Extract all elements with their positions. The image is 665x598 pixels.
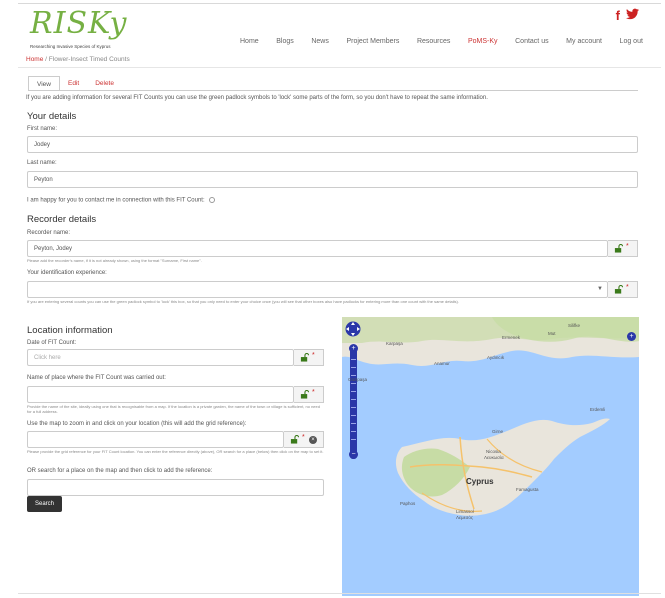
padlock-icon <box>614 284 624 294</box>
map-label-aydincik: Aydıncık <box>487 355 505 360</box>
padlock-icon <box>290 434 300 444</box>
map-label-paphos: Paphos <box>400 501 416 506</box>
search-label: OR search for a place on the map and the… <box>27 468 213 474</box>
map-label-nicosia-local: Λευκωσία <box>484 455 504 460</box>
experience-lock[interactable]: * <box>608 281 638 298</box>
grid-reference-field[interactable] <box>27 431 284 448</box>
pan-control[interactable] <box>345 321 361 337</box>
place-label: Name of place where the FIT Count was ca… <box>27 375 166 381</box>
map-instruction-label: Use the map to zoom in and click on your… <box>27 421 247 427</box>
zoom-slider[interactable] <box>350 347 357 459</box>
breadcrumb-home[interactable]: Home <box>26 56 43 63</box>
place-search-input[interactable] <box>27 479 324 496</box>
top-border <box>18 3 661 4</box>
bottom-border <box>18 593 661 594</box>
experience-select[interactable]: ▼ <box>27 281 608 298</box>
first-name-label: First name: <box>27 126 58 132</box>
recorder-name-label: Recorder name: <box>27 230 71 236</box>
recorder-details-heading: Recorder details <box>27 214 97 225</box>
recorder-name-help: Please add the recorder's name, if it is… <box>27 258 202 263</box>
grid-lock[interactable]: * × <box>284 431 324 448</box>
nav-contact-us[interactable]: Contact us <box>515 38 548 45</box>
first-name-field[interactable]: Jodey <box>27 136 638 153</box>
date-label: Date of FIT Count: <box>27 340 77 346</box>
place-help: Provide the name of the site, ideally us… <box>27 404 320 414</box>
twitter-icon[interactable]: t <box>626 8 639 23</box>
location-map[interactable]: + − + Karpaşa Anamur Ermenek Aydıncık Mu… <box>342 317 639 596</box>
site-logo[interactable]: RISKy Researching Invasive Species of Ky… <box>30 8 130 52</box>
nav-poms-ky[interactable]: PoMS-Ky <box>468 38 498 45</box>
padlock-icon <box>300 352 310 362</box>
tab-delete[interactable]: Delete <box>87 76 122 91</box>
your-details-heading: Your details <box>27 111 77 122</box>
breadcrumb-current: Flower-Insect Timed Counts <box>48 56 130 63</box>
map-label-karpasia: Karpaşa <box>386 341 403 346</box>
map-label-limassol: Limassol <box>456 509 474 514</box>
experience-help: If you are entering several counts you c… <box>27 299 459 304</box>
location-heading: Location information <box>27 325 113 336</box>
recorder-name-field[interactable]: Peyton, Jodey <box>27 240 608 257</box>
experience-label: Your identification experience: <box>27 270 107 276</box>
place-lock[interactable]: * <box>294 386 324 403</box>
tab-edit[interactable]: Edit <box>60 76 87 91</box>
required-mark: * <box>626 284 629 291</box>
breadcrumb-separator: / <box>45 56 47 63</box>
padlock-icon <box>300 389 310 399</box>
tab-bar: View Edit Delete <box>28 76 122 91</box>
zoom-out-button[interactable]: − <box>349 450 358 459</box>
contact-consent-label: I am happy for you to contact me in conn… <box>27 197 216 204</box>
clear-icon[interactable]: × <box>309 436 317 444</box>
required-mark: * <box>626 243 629 250</box>
map-label-ermenek: Ermenek <box>502 335 521 340</box>
map-label-kyrenia: Girne <box>492 429 504 434</box>
map-label-cyprus: Cyprus <box>466 477 494 486</box>
required-mark: * <box>312 352 315 359</box>
breadcrumb: Home / Flower-Insect Timed Counts <box>26 56 130 63</box>
date-lock[interactable]: * <box>294 349 324 366</box>
map-label-mut: Mut <box>548 331 556 336</box>
logo-word: RISKy <box>30 6 128 41</box>
padlock-icon <box>614 243 624 253</box>
nav-blogs[interactable]: Blogs <box>276 38 294 45</box>
map-label-anamur: Anamur <box>434 361 450 366</box>
nav-home[interactable]: Home <box>240 38 259 45</box>
map-label-gazipasa: Gazipaşa <box>348 377 368 382</box>
map-label-silifke: Silifke <box>568 323 581 328</box>
nav-my-account[interactable]: My account <box>566 38 602 45</box>
header-divider <box>18 67 661 68</box>
search-button[interactable]: Search <box>27 496 62 512</box>
logo-tagline: Researching Invasive Species of Kyprus <box>30 44 111 49</box>
tab-divider <box>28 90 638 91</box>
chevron-down-icon: ▼ <box>597 286 603 292</box>
tab-view[interactable]: View <box>28 76 60 91</box>
date-field[interactable]: Click here <box>27 349 294 366</box>
nav-news[interactable]: News <box>311 38 329 45</box>
map-label-famagusta: Famagusta <box>516 487 539 492</box>
contact-consent-checkbox[interactable] <box>209 197 216 203</box>
grid-help: Please provide the grid reference for yo… <box>27 449 324 454</box>
layer-switcher-icon[interactable]: + <box>627 332 636 341</box>
required-mark: * <box>312 389 315 396</box>
intro-text: If you are adding information for severa… <box>26 95 488 101</box>
facebook-icon[interactable]: f <box>616 8 620 23</box>
recorder-lock[interactable]: * <box>608 240 638 257</box>
main-nav: Home Blogs News Project Members Resource… <box>240 38 643 45</box>
map-label-limassol-local: Λεμεσός <box>456 515 474 520</box>
map-label-erdemli: Erdemli <box>590 407 606 412</box>
last-name-field[interactable]: Peyton <box>27 171 638 188</box>
map-label-nicosia: Nicosia <box>486 449 501 454</box>
place-field[interactable] <box>27 386 294 403</box>
required-mark: * <box>302 434 305 441</box>
social-links: f t <box>616 8 639 23</box>
nav-project-members[interactable]: Project Members <box>346 38 399 45</box>
nav-log-out[interactable]: Log out <box>620 38 643 45</box>
last-name-label: Last name: <box>27 160 57 166</box>
zoom-in-button[interactable]: + <box>349 344 358 353</box>
nav-resources[interactable]: Resources <box>417 38 450 45</box>
